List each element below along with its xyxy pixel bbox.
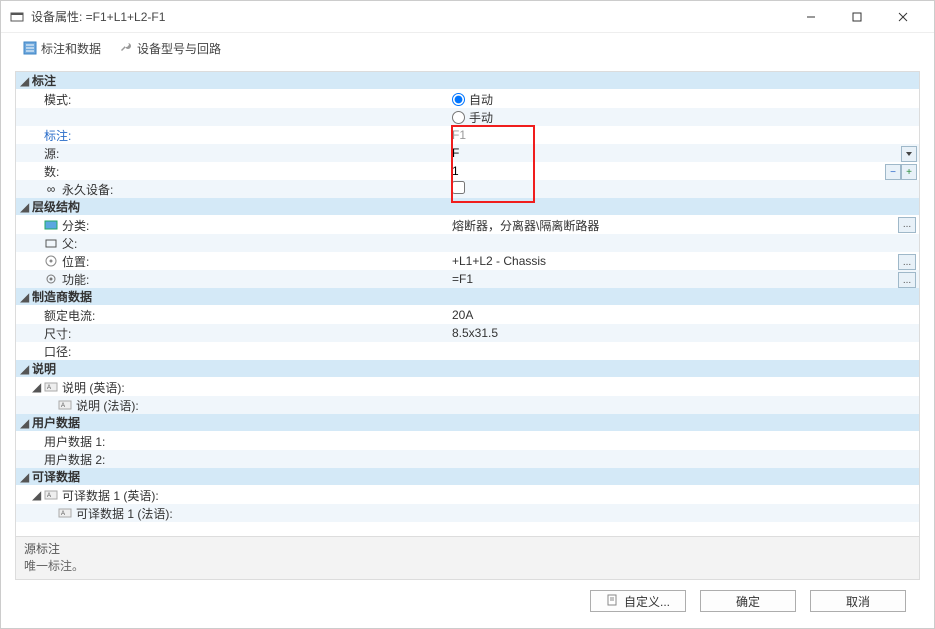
titlebar: 设备属性: =F1+L1+L2-F1 xyxy=(1,1,934,33)
row-function: 功能: =F1 ... xyxy=(16,270,919,288)
mode-manual-radio[interactable]: 手动 xyxy=(452,109,919,126)
row-rated-current: 额定电流: 20A xyxy=(16,306,919,324)
radio-auto[interactable] xyxy=(452,93,465,106)
row-diameter: 口径: xyxy=(16,342,919,360)
row-trans1-en: ◢ A 可译数据 1 (英语): xyxy=(16,486,919,504)
group-header-manufacturer[interactable]: ◢ 制造商数据 xyxy=(16,288,919,306)
dialog-button-bar: 自定义... 确定 取消 xyxy=(15,580,920,620)
group-header-translatable[interactable]: ◢ 可译数据 xyxy=(16,468,919,486)
rated-current-value: 20A xyxy=(452,308,473,322)
tab-label: 设备型号与回路 xyxy=(137,40,221,57)
minimize-button[interactable] xyxy=(788,1,834,33)
list-icon xyxy=(23,41,37,55)
row-user2: 用户数据 2: xyxy=(16,450,919,468)
box-icon xyxy=(44,236,58,250)
row-mode: 模式: 自动 xyxy=(16,90,919,108)
disclosure-triangle-icon[interactable]: ◢ xyxy=(32,488,42,502)
window-title: 设备属性: =F1+L1+L2-F1 xyxy=(31,8,788,25)
permanent-checkbox[interactable] xyxy=(452,181,465,194)
source-input[interactable] xyxy=(452,146,919,160)
row-desc-fr: A 说明 (法语): xyxy=(16,396,919,414)
disclosure-triangle-icon: ◢ xyxy=(20,362,30,376)
number-input[interactable] xyxy=(452,164,919,178)
position-browse-button[interactable]: ... xyxy=(898,254,916,270)
position-icon xyxy=(44,254,58,268)
row-parent: 父: xyxy=(16,234,919,252)
row-class: 分类: 熔断器，分离器\隔离断路器 ... xyxy=(16,216,919,234)
row-position: 位置: +L1+L2 - Chassis ... xyxy=(16,252,919,270)
disclosure-triangle-icon: ◢ xyxy=(20,416,30,430)
cancel-button[interactable]: 取消 xyxy=(810,590,906,612)
row-user1: 用户数据 1: xyxy=(16,432,919,450)
group-header-description[interactable]: ◢ 说明 xyxy=(16,360,919,378)
window-icon xyxy=(9,9,25,25)
wrench-icon xyxy=(119,41,133,55)
svg-text:A: A xyxy=(47,493,51,499)
class-browse-button[interactable]: ... xyxy=(898,217,916,233)
source-dropdown-button[interactable] xyxy=(901,146,917,162)
group-header-hierarchy[interactable]: ◢ 层级结构 xyxy=(16,198,919,216)
infinity-icon: ∞ xyxy=(44,182,58,196)
disclosure-triangle-icon: ◢ xyxy=(20,290,30,304)
function-value: =F1 xyxy=(452,272,473,286)
close-button[interactable] xyxy=(880,1,926,33)
footer-description: 源标注 唯一标注。 xyxy=(16,536,919,579)
language-icon: A xyxy=(44,380,58,394)
language-icon: A xyxy=(44,488,58,502)
group-header-label[interactable]: ◢ 标注 xyxy=(16,72,919,90)
number-decrement-button[interactable]: − xyxy=(885,164,901,180)
row-desc-en: ◢ A 说明 (英语): xyxy=(16,378,919,396)
row-number: 数: − + xyxy=(16,162,919,180)
language-icon: A xyxy=(58,398,72,412)
tab-labels-and-data[interactable]: 标注和数据 xyxy=(17,38,107,59)
disclosure-triangle-icon: ◢ xyxy=(20,200,30,214)
class-icon xyxy=(44,218,58,232)
row-permanent: ∞ 永久设备: xyxy=(16,180,919,198)
ok-button[interactable]: 确定 xyxy=(700,590,796,612)
disclosure-triangle-icon[interactable]: ◢ xyxy=(32,380,42,394)
row-mode-manual: 手动 xyxy=(16,108,919,126)
disclosure-triangle-icon: ◢ xyxy=(20,74,30,88)
tab-label: 标注和数据 xyxy=(41,40,101,57)
document-icon xyxy=(606,594,618,609)
row-size: 尺寸: 8.5x31.5 xyxy=(16,324,919,342)
customize-button[interactable]: 自定义... xyxy=(590,590,686,612)
mode-auto-radio[interactable]: 自动 xyxy=(452,91,919,108)
maximize-button[interactable] xyxy=(834,1,880,33)
svg-text:A: A xyxy=(47,385,51,391)
gear-icon xyxy=(44,272,58,286)
row-source: 源: xyxy=(16,144,919,162)
position-value: +L1+L2 - Chassis xyxy=(452,254,546,268)
function-browse-button[interactable]: ... xyxy=(898,272,916,288)
label-input xyxy=(452,128,919,142)
tab-device-models[interactable]: 设备型号与回路 xyxy=(113,38,227,59)
language-icon: A xyxy=(58,506,72,520)
group-header-userdata[interactable]: ◢ 用户数据 xyxy=(16,414,919,432)
row-trans1-fr: A 可译数据 1 (法语): xyxy=(16,504,919,522)
svg-text:A: A xyxy=(61,403,65,409)
size-value: 8.5x31.5 xyxy=(452,326,498,340)
toolbar: 标注和数据 设备型号与回路 xyxy=(1,33,934,63)
row-label: 标注: xyxy=(16,126,919,144)
class-value: 熔断器，分离器\隔离断路器 xyxy=(452,219,599,233)
number-increment-button[interactable]: + xyxy=(901,164,917,180)
svg-text:A: A xyxy=(61,511,65,517)
radio-manual[interactable] xyxy=(452,111,465,124)
disclosure-triangle-icon: ◢ xyxy=(20,470,30,484)
property-grid: ◢ 标注 模式: 自动 xyxy=(16,72,919,536)
